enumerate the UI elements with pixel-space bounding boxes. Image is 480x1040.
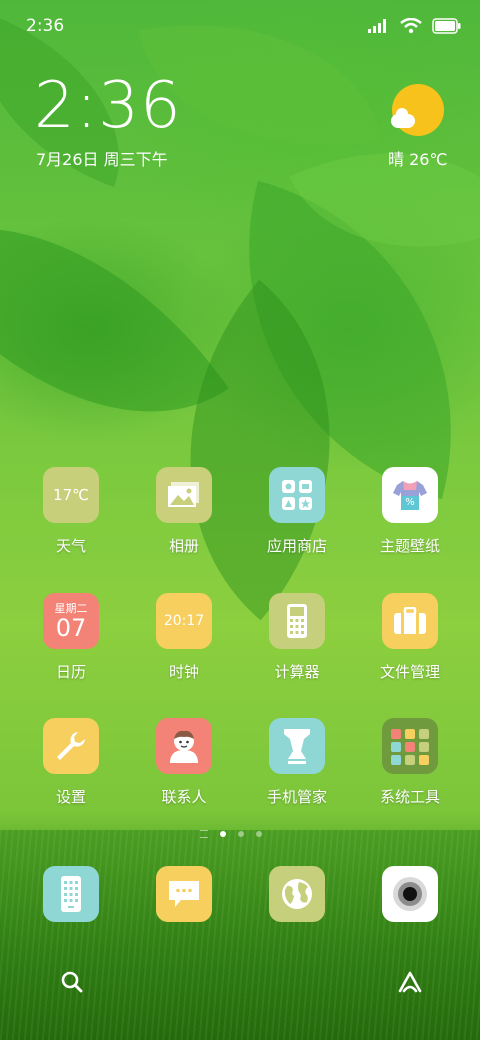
app-label: 日历 xyxy=(55,663,86,681)
clock-icon-time: 20:17 xyxy=(163,613,205,629)
dock-phone[interactable] xyxy=(21,866,121,922)
app-label: 文件管理 xyxy=(379,663,440,681)
assistant-icon[interactable] xyxy=(396,970,424,994)
weather-widget-text: 晴 26℃ xyxy=(388,150,448,169)
wifi-icon xyxy=(400,18,422,34)
app-weather[interactable]: 17℃ 天气 xyxy=(21,467,121,556)
app-label: 主题壁纸 xyxy=(379,537,440,555)
message-bubble-icon xyxy=(156,866,212,922)
app-themes[interactable]: % 主题壁纸 xyxy=(360,467,460,556)
weather-app-icon: 17℃ xyxy=(43,467,99,523)
phone-icon xyxy=(43,866,99,922)
battery-icon xyxy=(432,18,461,34)
clock-widget-time[interactable]: 2:36 xyxy=(34,74,182,138)
app-label: 联系人 xyxy=(161,788,207,806)
app-label: 设置 xyxy=(55,788,86,806)
status-time: 2:36 xyxy=(26,16,65,36)
signal-icon xyxy=(368,19,386,33)
page-dot[interactable] xyxy=(256,831,262,837)
dock-camera[interactable] xyxy=(360,866,460,922)
clock-app-icon: 20:17 xyxy=(156,593,212,649)
app-security[interactable]: 手机管家 xyxy=(247,718,347,807)
security-vase-icon xyxy=(269,718,325,774)
briefcase-icon xyxy=(382,593,438,649)
app-label: 系统工具 xyxy=(379,788,440,806)
app-contacts[interactable]: 联系人 xyxy=(134,718,234,807)
app-settings[interactable]: 设置 xyxy=(21,718,121,807)
globe-icon xyxy=(269,866,325,922)
app-label: 手机管家 xyxy=(266,788,327,806)
svg-text:%: % xyxy=(405,497,415,508)
themes-shirt-icon: % xyxy=(382,467,438,523)
app-app-store[interactable]: 应用商店 xyxy=(247,467,347,556)
camera-icon xyxy=(382,866,438,922)
app-clock[interactable]: 20:17 时钟 xyxy=(134,593,234,682)
page-indicator[interactable] xyxy=(200,830,262,838)
app-calendar[interactable]: 星期二 07 日历 xyxy=(21,593,121,682)
app-gallery[interactable]: 相册 xyxy=(134,467,234,556)
dock-messages[interactable] xyxy=(134,866,234,922)
app-store-icon xyxy=(269,467,325,523)
person-icon xyxy=(156,718,212,774)
bottom-bar xyxy=(0,968,480,998)
app-label: 时钟 xyxy=(168,663,199,681)
search-icon[interactable] xyxy=(60,970,84,994)
page-menu-icon[interactable] xyxy=(200,830,208,838)
app-label: 应用商店 xyxy=(266,537,327,555)
weather-icon-temp: 17℃ xyxy=(53,486,89,504)
app-file-manager[interactable]: 文件管理 xyxy=(360,593,460,682)
calculator-icon xyxy=(269,593,325,649)
app-label: 天气 xyxy=(55,537,86,555)
gallery-icon xyxy=(156,467,212,523)
clock-widget-date: 7月26日 周三下午 xyxy=(36,150,168,169)
wrench-icon xyxy=(43,718,99,774)
dock-browser[interactable] xyxy=(247,866,347,922)
folder-icon xyxy=(382,718,438,774)
calendar-icon: 星期二 07 xyxy=(43,593,99,649)
page-dot-current[interactable] xyxy=(220,831,226,837)
page-dot[interactable] xyxy=(238,831,244,837)
app-calculator[interactable]: 计算器 xyxy=(247,593,347,682)
app-system-tools[interactable]: 系统工具 xyxy=(360,718,460,807)
calendar-day: 07 xyxy=(55,614,87,642)
cloud-shape xyxy=(391,108,415,128)
status-bar: 2:36 xyxy=(26,14,462,38)
app-label: 计算器 xyxy=(274,663,320,681)
app-label: 相册 xyxy=(168,537,199,555)
